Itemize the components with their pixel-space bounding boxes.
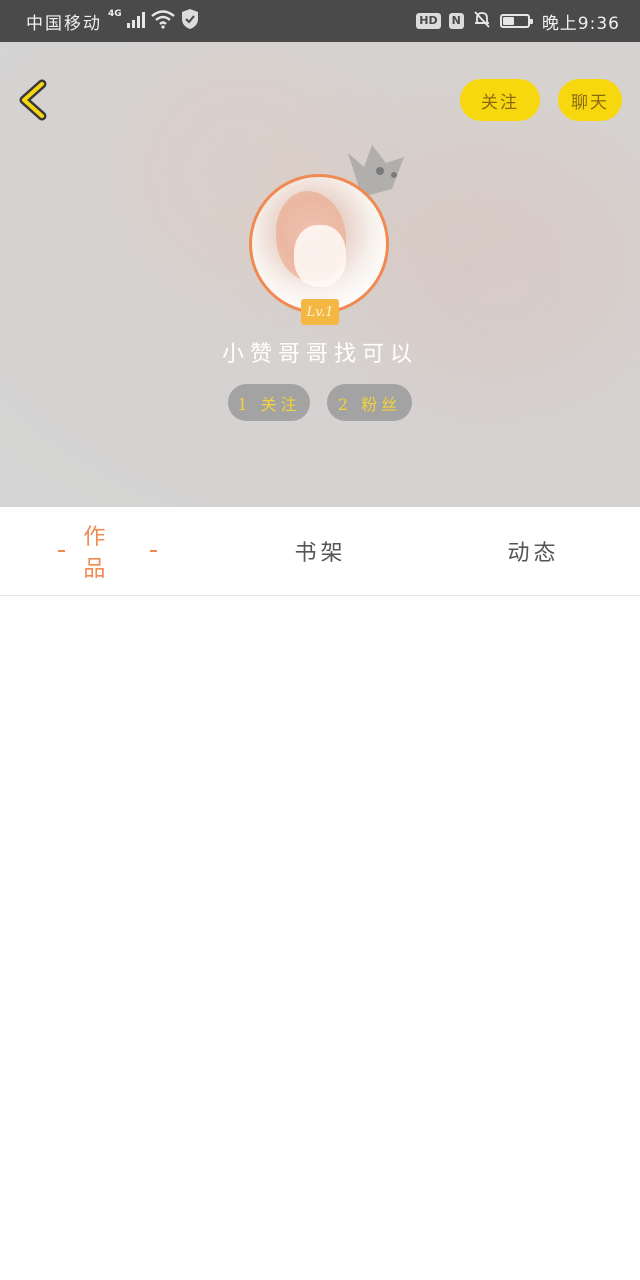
level-badge: Lv.1 bbox=[301, 299, 339, 325]
chevron-left-icon bbox=[19, 79, 47, 121]
chat-button[interactable]: 聊天 bbox=[558, 79, 622, 121]
signal-icon bbox=[126, 10, 146, 33]
username: 小赞哥哥找可以 bbox=[221, 342, 418, 367]
status-right: HD N 晚上9:36 bbox=[416, 0, 620, 42]
tab-moments[interactable]: 动态 bbox=[466, 507, 601, 595]
profile-screen: 中国移动 4G HD N 晚上9:36 关注 聊天 Lv.1 小赞哥哥找可以 1… bbox=[0, 0, 640, 1280]
clock: 晚上9:36 bbox=[541, 13, 620, 34]
battery-level bbox=[502, 17, 514, 25]
follow-button[interactable]: 关注 bbox=[460, 79, 540, 121]
hd-badge: HD bbox=[416, 13, 441, 29]
tab-works-label: 作品 bbox=[83, 525, 110, 582]
active-tab-marker-right bbox=[149, 550, 157, 552]
shield-icon bbox=[180, 8, 200, 35]
network-type: 4G bbox=[108, 9, 122, 19]
mute-bell-icon bbox=[472, 9, 492, 34]
battery-icon bbox=[499, 14, 533, 28]
avatar[interactable] bbox=[249, 174, 389, 314]
profile-tabs: 作品 书架 动态 bbox=[0, 507, 640, 596]
following-count-button[interactable]: 1 关注 bbox=[228, 384, 310, 421]
fans-count-button[interactable]: 2 粉丝 bbox=[327, 384, 412, 421]
back-button[interactable] bbox=[14, 78, 58, 122]
avatar-container[interactable] bbox=[249, 174, 389, 314]
carrier-name: 中国移动 bbox=[26, 13, 102, 34]
status-bar: 中国移动 4G HD N 晚上9:36 bbox=[0, 0, 640, 42]
tab-works[interactable]: 作品 bbox=[40, 507, 175, 595]
tab-bookshelf-label: 书架 bbox=[294, 541, 347, 566]
wifi-icon bbox=[150, 9, 176, 34]
status-left: 中国移动 4G bbox=[26, 0, 200, 42]
nfc-icon: N bbox=[448, 13, 464, 29]
tab-content-area bbox=[0, 596, 640, 1280]
profile-header: 关注 聊天 Lv.1 小赞哥哥找可以 1 关注 2 粉丝 bbox=[0, 42, 640, 507]
active-tab-marker-left bbox=[58, 550, 66, 552]
tab-bookshelf[interactable]: 书架 bbox=[253, 507, 388, 595]
tab-moments-label: 动态 bbox=[507, 541, 560, 566]
